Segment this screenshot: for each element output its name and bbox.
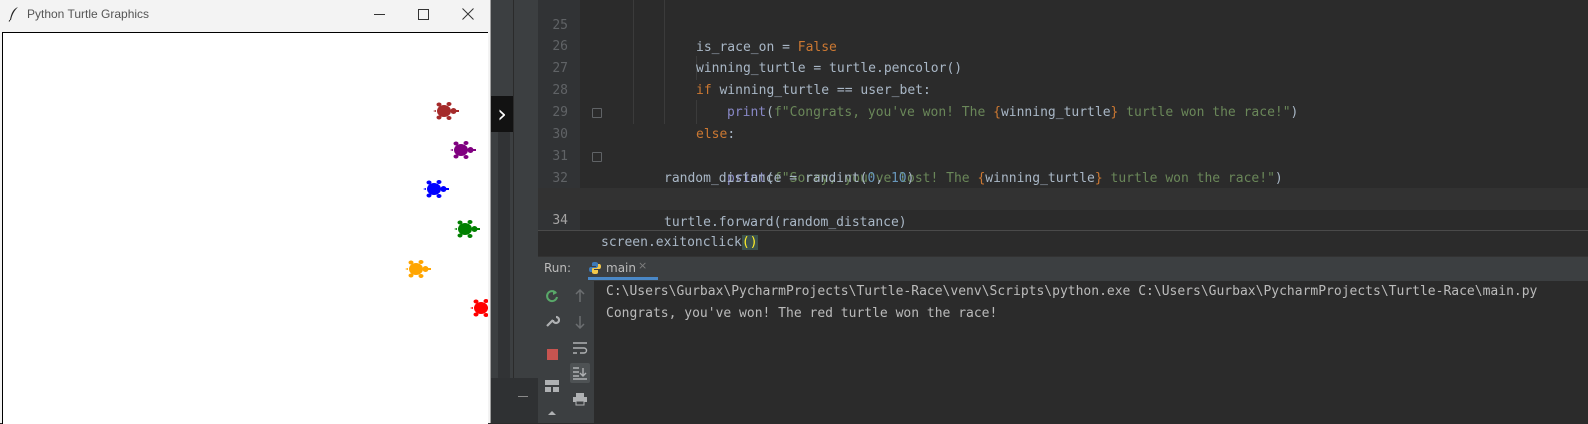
chevron-right-icon: › <box>497 100 507 128</box>
python-icon <box>589 262 601 274</box>
code-line[interactable]: 30 print(f"Sorry, you've lost! The {winn… <box>538 102 1588 186</box>
side-scrollbar[interactable] <box>498 130 510 380</box>
console-command-line: C:\Users\Gurbax\PycharmProjects\Turtle-R… <box>606 284 1538 299</box>
turtle-window-titlebar[interactable]: Python Turtle Graphics <box>0 0 490 30</box>
run-label: Run: <box>544 261 572 275</box>
turtle-graphics-window: Python Turtle Graphics <box>0 0 491 424</box>
minimize-button[interactable] <box>357 0 401 28</box>
turtle-orange <box>405 260 431 278</box>
code-line[interactable]: 29 else: <box>538 80 1588 142</box>
strip-divider <box>513 0 514 423</box>
layout-icon[interactable] <box>544 378 560 394</box>
code-line-current[interactable]: 34 screen.exitonclick() <box>538 188 1588 250</box>
run-console[interactable] <box>538 281 1588 423</box>
line-number: 34 <box>552 213 568 228</box>
run-panel-header <box>538 256 1588 281</box>
pin-icon[interactable] <box>544 407 560 423</box>
turtle-red <box>470 299 488 317</box>
code-line[interactable]: 28 print(f"Congrats, you've won! The {wi… <box>538 58 1588 120</box>
code-line[interactable]: 26 winning_turtle = turtle.pencolor() <box>538 14 1588 76</box>
close-button[interactable] <box>446 0 490 28</box>
stop-icon[interactable] <box>544 346 560 362</box>
minimize-icon <box>373 13 385 15</box>
wrench-icon[interactable] <box>544 313 560 329</box>
fold-marker-icon[interactable] <box>592 152 602 162</box>
turtle-brown <box>433 102 459 120</box>
down-arrow-icon[interactable] <box>572 314 588 330</box>
turtle-green <box>454 220 480 238</box>
side-strip-bottom <box>490 378 538 423</box>
up-arrow-icon[interactable] <box>572 288 588 304</box>
tab-main-label: main <box>606 261 636 275</box>
expand-panel-button[interactable]: › <box>491 96 513 132</box>
close-icon[interactable]: × <box>638 259 647 272</box>
editor-separator <box>538 230 1588 231</box>
turtle-canvas[interactable] <box>2 32 488 424</box>
turtle-window-title: Python Turtle Graphics <box>27 7 150 21</box>
feather-icon <box>8 7 18 22</box>
fold-marker-icon[interactable] <box>592 108 602 118</box>
turtle-purple <box>450 141 476 159</box>
dash-icon <box>518 396 528 397</box>
console-output-line: Congrats, you've won! The red turtle won… <box>606 306 998 321</box>
code-line[interactable]: 33 <box>538 168 1588 208</box>
code-line[interactable]: 25 is_race_on = False <box>538 0 1588 55</box>
close-icon <box>462 8 474 20</box>
maximize-icon <box>417 8 429 20</box>
code-paren-highlight: () <box>741 235 758 250</box>
code-text: screen.exitonclick <box>601 235 742 250</box>
code-line[interactable]: 32 turtle.forward(random_distance) <box>538 146 1588 230</box>
code-line[interactable]: 27 if winning_turtle == user_bet: <box>538 36 1588 98</box>
maximize-button[interactable] <box>401 0 445 28</box>
print-icon[interactable] <box>572 391 588 407</box>
turtle-blue <box>423 180 449 198</box>
scroll-to-end-icon[interactable] <box>570 363 590 383</box>
rerun-icon[interactable] <box>544 288 560 304</box>
soft-wrap-icon[interactable] <box>572 340 588 356</box>
tab-underline <box>588 277 658 280</box>
code-line[interactable]: 31 random_distance = randint(0, 10) <box>538 124 1588 186</box>
